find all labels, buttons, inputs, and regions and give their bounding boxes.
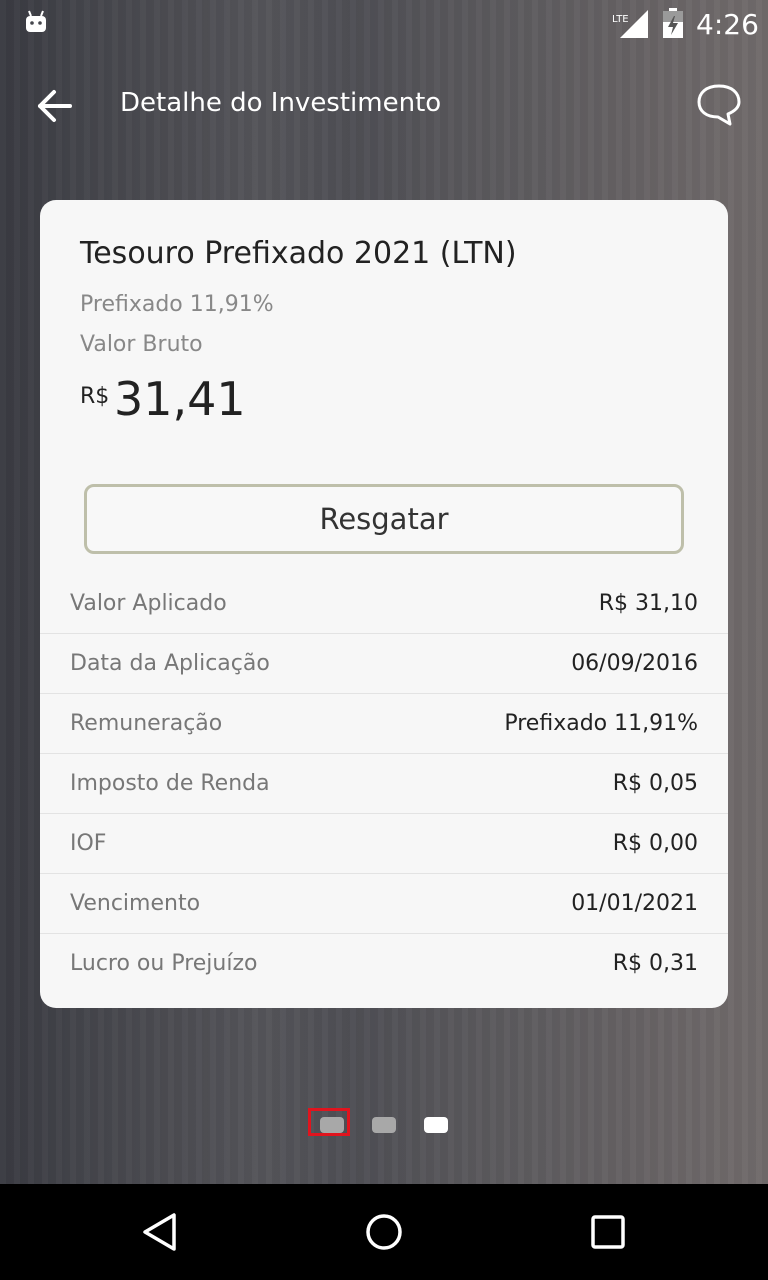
detail-value: R$ 0,05 (612, 771, 698, 796)
currency-symbol: R$ (80, 384, 110, 409)
back-button[interactable] (34, 86, 78, 126)
detail-row: Lucro ou Prejuízo R$ 0,31 (40, 934, 728, 993)
investment-subtitle: Prefixado 11,91% (80, 292, 274, 317)
system-nav-bar (0, 1184, 768, 1280)
nav-home-icon[interactable] (364, 1212, 404, 1252)
nav-back-icon[interactable] (140, 1212, 180, 1252)
nav-recents-icon[interactable] (590, 1214, 626, 1250)
detail-row: IOF R$ 0,00 (40, 814, 728, 874)
detail-label: Lucro ou Prejuízo (70, 951, 258, 976)
detail-value: R$ 0,31 (612, 951, 698, 976)
detail-value: R$ 0,00 (612, 831, 698, 856)
details-list: Valor Aplicado R$ 31,10 Data da Aplicaçã… (40, 574, 728, 993)
lte-signal-icon: LTE (612, 10, 648, 38)
detail-label: Vencimento (70, 891, 201, 916)
page-dot-3-active[interactable] (424, 1117, 448, 1133)
detail-row: Data da Aplicação 06/09/2016 (40, 634, 728, 694)
detail-label: IOF (70, 831, 107, 856)
page-dot-2[interactable] (372, 1117, 396, 1133)
investment-card: Tesouro Prefixado 2021 (LTN) Prefixado 1… (40, 200, 728, 1008)
redeem-button[interactable]: Resgatar (84, 484, 684, 554)
page-title: Detalhe do Investimento (120, 88, 442, 118)
detail-row: Valor Aplicado R$ 31,10 (40, 574, 728, 634)
detail-row: Remuneração Prefixado 11,91% (40, 694, 728, 754)
chat-button[interactable] (694, 82, 744, 128)
detail-row: Imposto de Renda R$ 0,05 (40, 754, 728, 814)
detail-value: 06/09/2016 (571, 651, 698, 676)
detail-label: Data da Aplicação (70, 651, 270, 676)
app-bar: Detalhe do Investimento (0, 64, 768, 148)
gross-value: 31,41 (114, 372, 246, 426)
detail-label: Valor Aplicado (70, 591, 227, 616)
highlight-box (308, 1108, 350, 1136)
chat-bubble-icon (697, 84, 741, 126)
investment-name: Tesouro Prefixado 2021 (LTN) (80, 236, 517, 271)
clock: 4:26 (696, 8, 759, 41)
status-bar: LTE 4:26 (0, 0, 768, 48)
back-arrow-icon (38, 90, 72, 122)
page-indicator (0, 1108, 768, 1142)
detail-row: Vencimento 01/01/2021 (40, 874, 728, 934)
detail-label: Remuneração (70, 711, 223, 736)
svg-text:LTE: LTE (612, 14, 629, 25)
gross-value-label: Valor Bruto (80, 332, 203, 357)
detail-value: R$ 31,10 (598, 591, 698, 616)
detail-value: 01/01/2021 (571, 891, 698, 916)
android-icon (26, 10, 46, 32)
detail-value: Prefixado 11,91% (504, 711, 698, 736)
detail-label: Imposto de Renda (70, 771, 270, 796)
battery-icon (663, 8, 683, 38)
